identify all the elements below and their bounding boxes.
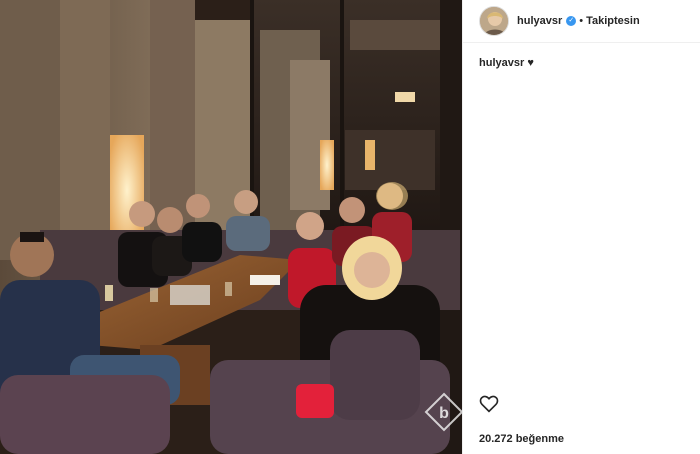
restaurant-group-photo (0, 0, 462, 454)
heart-icon[interactable] (479, 395, 499, 413)
post-actions (479, 395, 499, 418)
verified-badge-icon: ✓ (566, 16, 577, 26)
post-sidebar: hulyavsr ✓ • Takiptesin hulyavsr ♥ 20.27… (462, 0, 700, 454)
follow-status-button[interactable]: Takiptesin (586, 15, 640, 27)
caption-text: ♥ (527, 57, 534, 69)
separator-dot: • (579, 15, 584, 27)
post-header: hulyavsr ✓ • Takiptesin (463, 0, 700, 43)
username-link[interactable]: hulyavsr (517, 15, 562, 27)
avatar-image (480, 7, 508, 35)
post-caption: hulyavsr ♥ (463, 43, 700, 83)
caption-username[interactable]: hulyavsr (479, 57, 524, 69)
watermark-b-icon: b (424, 392, 462, 432)
instagram-post: b hulyavsr ✓ • Takiptesin hulyavsr ♥ 20.… (0, 0, 700, 454)
post-photo[interactable]: b (0, 0, 462, 454)
avatar[interactable] (479, 6, 509, 36)
svg-text:b: b (439, 405, 449, 422)
likes-count[interactable]: 20.272 beğenme (479, 433, 564, 445)
